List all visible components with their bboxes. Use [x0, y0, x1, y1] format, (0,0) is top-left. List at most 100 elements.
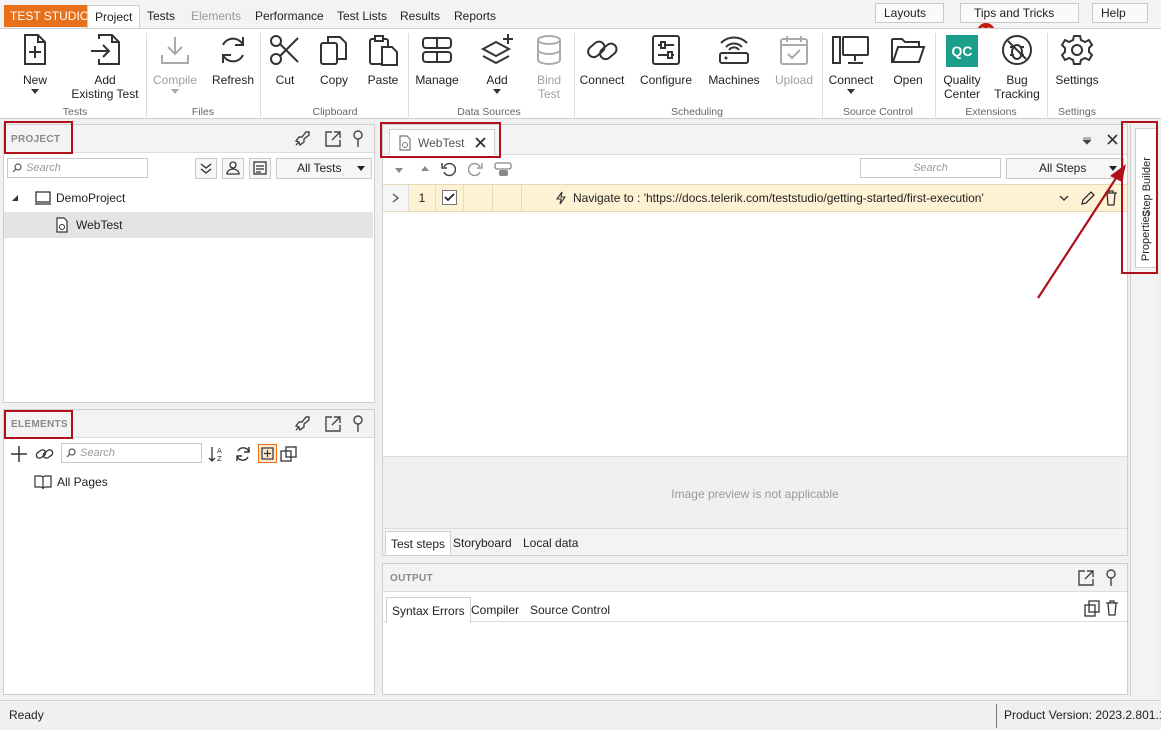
popout-icon[interactable] [324, 415, 342, 433]
sort-az-icon[interactable]: AZ [208, 445, 226, 463]
app-title-tab[interactable]: TEST STUDIO [4, 5, 96, 27]
upload-button[interactable]: Upload [772, 33, 816, 87]
project-search-input[interactable]: Search [7, 158, 148, 178]
steps-search-input[interactable]: Search [860, 158, 1001, 178]
group-label-scheduling: Scheduling [671, 106, 723, 118]
cut-button[interactable]: Cut [266, 33, 304, 87]
tests-filter-dropdown[interactable]: All Tests [276, 158, 372, 179]
ribbon-toolbar: New Add Existing Test Tests Compile Refr… [0, 28, 1161, 119]
status-divider [996, 704, 997, 728]
refresh-icon[interactable] [234, 445, 252, 463]
bug-tracking-button[interactable]: Bug Tracking [993, 33, 1041, 101]
pin-icon[interactable] [351, 415, 365, 433]
step-enabled-checkbox[interactable] [442, 190, 457, 205]
tab-test-steps[interactable]: Test steps [385, 531, 452, 555]
add-data-source-button[interactable]: Add [478, 33, 516, 94]
manage-data-button[interactable]: Manage [414, 33, 460, 87]
ribbon-separator [574, 33, 575, 117]
properties-view-button[interactable] [249, 158, 271, 179]
redo-icon[interactable] [468, 161, 484, 177]
copy-button[interactable]: Copy [314, 33, 354, 87]
tests-filter-value: All Tests [297, 161, 342, 175]
tab-list-dropdown-icon[interactable] [1083, 137, 1091, 145]
tab-results[interactable]: Results [393, 5, 447, 28]
tab-syntax-errors[interactable]: Syntax Errors [386, 597, 471, 623]
ribbon-separator [935, 33, 936, 117]
move-up-icon[interactable] [420, 164, 430, 174]
tab-test-lists[interactable]: Test Lists [330, 5, 394, 28]
delete-trash-icon[interactable] [1105, 600, 1119, 616]
record-steps-icon[interactable] [494, 161, 512, 177]
tab-webtest[interactable]: WebTest [389, 129, 495, 155]
connect-scheduling-button[interactable]: Connect [579, 33, 625, 87]
tab-compiler[interactable]: Compiler [466, 597, 524, 623]
configure-button[interactable]: Configure [638, 33, 694, 87]
new-button[interactable]: New [14, 33, 56, 94]
configure-label: Configure [639, 73, 693, 87]
tips-and-tricks-button[interactable]: Tips and Tricks20 [960, 3, 1079, 41]
tab-properties[interactable]: Properties [1135, 206, 1157, 266]
tree-item-label: All Pages [57, 475, 108, 489]
rocket-icon[interactable] [293, 130, 311, 148]
rocket-icon[interactable] [293, 415, 311, 433]
tab-performance[interactable]: Performance [248, 5, 331, 28]
machines-router-icon [719, 36, 749, 64]
pin-icon[interactable] [1104, 569, 1118, 587]
paste-button[interactable]: Paste [362, 33, 404, 87]
steps-search-placeholder: Search [913, 162, 948, 174]
elements-search-input[interactable]: Search [61, 443, 202, 463]
popout-icon[interactable] [324, 130, 342, 148]
open-button[interactable]: Open [888, 33, 928, 87]
help-dropdown[interactable]: Help [1092, 3, 1148, 35]
test-step-row[interactable]: 1 Navigate to : 'https://docs.telerik.co… [383, 184, 1127, 212]
tab-elements[interactable]: Elements [184, 5, 248, 28]
link-icon[interactable] [35, 445, 55, 463]
svg-text:Z: Z [217, 455, 222, 463]
import-file-icon [91, 34, 120, 65]
tab-local-data[interactable]: Local data [518, 531, 583, 555]
pin-icon[interactable] [351, 130, 365, 148]
bind-test-button[interactable]: Bind Test [530, 33, 568, 101]
search-icon [12, 163, 22, 173]
step-description: Navigate to : 'https://docs.telerik.com/… [573, 191, 984, 205]
compile-button[interactable]: Compile [150, 33, 200, 94]
step-number: 1 [409, 185, 436, 211]
tree-item-webtest[interactable]: WebTest [4, 212, 373, 238]
user-icon [226, 161, 240, 175]
collapse-all-button[interactable] [195, 158, 217, 179]
tree-item-all-pages[interactable]: All Pages [4, 469, 374, 495]
tab-storyboard[interactable]: Storyboard [448, 531, 517, 555]
undo-icon[interactable] [440, 161, 456, 177]
row-expander[interactable] [383, 185, 409, 211]
close-icon[interactable] [475, 137, 486, 148]
copy-label: Copy [319, 73, 348, 87]
expand-toggle-button[interactable] [258, 444, 277, 463]
tab-project[interactable]: Project [87, 5, 141, 28]
add-element-icon[interactable] [10, 445, 28, 463]
layouts-dropdown[interactable]: Layouts [875, 3, 944, 35]
copy-icon [320, 36, 347, 65]
tab-source-control[interactable]: Source Control [525, 597, 615, 623]
move-down-icon[interactable] [394, 165, 404, 175]
quality-center-button[interactable]: QC Quality Center [939, 33, 985, 101]
tab-reports[interactable]: Reports [447, 5, 503, 28]
tab-tests[interactable]: Tests [140, 5, 182, 28]
refresh-button[interactable]: Refresh [210, 33, 256, 87]
tree-item-project[interactable]: DemoProject [4, 185, 374, 211]
popout-icon[interactable] [1077, 569, 1095, 587]
add-existing-test-button[interactable]: Add Existing Test [68, 33, 142, 101]
copy-icon[interactable] [1084, 600, 1101, 617]
source-control-computer-icon [832, 36, 869, 64]
close-editor-icon[interactable] [1107, 134, 1118, 145]
bug-label-2: Tracking [994, 87, 1040, 101]
machines-button[interactable]: Machines [706, 33, 762, 87]
source-control-connect-button[interactable]: Connect [827, 33, 875, 94]
owner-filter-button[interactable] [222, 158, 244, 179]
expand-triangle-icon[interactable] [11, 194, 19, 202]
copy-windows-icon[interactable] [280, 445, 298, 463]
web-test-file-icon [399, 135, 411, 151]
double-chevron-down-icon [200, 163, 212, 174]
settings-button[interactable]: Settings [1054, 33, 1100, 87]
status-text: Ready [9, 708, 44, 722]
chevron-down-icon [493, 89, 501, 94]
